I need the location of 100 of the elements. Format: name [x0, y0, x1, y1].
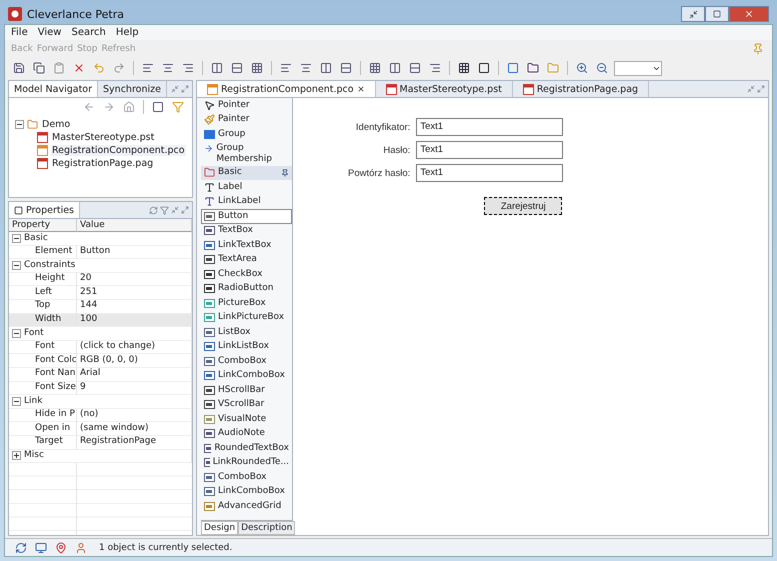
columns-icon[interactable] [387, 60, 403, 76]
palette-item[interactable]: AdvancedGrid [201, 499, 292, 514]
palette-item[interactable]: CheckBox [201, 267, 292, 282]
collapse-icon[interactable] [12, 234, 21, 243]
file-icon [37, 132, 48, 143]
columns-icon[interactable] [318, 60, 334, 76]
text-field[interactable]: Text1 [416, 164, 564, 182]
minimize-icon[interactable] [171, 85, 179, 93]
collapse-icon[interactable] [12, 328, 21, 338]
register-button[interactable]: Zarejestruj [484, 197, 562, 215]
category-row[interactable]: Link [9, 395, 192, 409]
palette-item[interactable]: Painter [201, 112, 292, 127]
palette-item[interactable]: Pointer [201, 98, 292, 112]
property-value[interactable]: RegistrationPage [77, 436, 192, 450]
palette-item[interactable]: TextBox [201, 224, 292, 238]
category-row[interactable]: Basic [9, 232, 192, 246]
minimize-icon[interactable] [171, 206, 179, 214]
zoom-out-icon[interactable] [594, 60, 610, 76]
maximize-icon[interactable] [181, 85, 189, 93]
palette-item[interactable]: Group Membership [201, 142, 292, 166]
palette-item[interactable]: ListBox [201, 325, 292, 340]
close-icon[interactable] [356, 85, 365, 93]
column-header[interactable]: Value [77, 219, 192, 232]
property-value[interactable]: 251 [77, 286, 192, 300]
palette-item[interactable]: RoundedTextBox [201, 441, 292, 456]
menu-item[interactable]: Help [116, 27, 139, 38]
palette-item[interactable]: Basic [201, 166, 292, 180]
palette-item[interactable]: RadioButton [201, 282, 292, 296]
tree-item[interactable]: Demo [41, 119, 72, 130]
category-row[interactable]: Font [9, 327, 192, 341]
rows-icon[interactable] [338, 60, 354, 76]
palette-item[interactable]: ComboBox [201, 354, 292, 368]
square-icon[interactable] [150, 99, 166, 115]
palette-item[interactable]: HScrollBar [201, 383, 292, 398]
editor-tab[interactable]: MasterStereotype.pst [376, 81, 513, 97]
collapse-icon[interactable] [12, 396, 21, 406]
grid-icon[interactable] [367, 60, 383, 76]
collapse-icon[interactable] [12, 260, 21, 270]
property-value[interactable]: Button [77, 246, 192, 260]
palette-item[interactable]: LinkLabel [201, 194, 292, 209]
property-value[interactable]: (click to change) [77, 340, 192, 354]
palette-tab[interactable]: Design [201, 521, 238, 535]
minimize-button[interactable] [681, 6, 705, 22]
palette-item[interactable]: LinkTextBox [201, 238, 292, 252]
text-field[interactable]: Text1 [416, 141, 564, 159]
grid-icon[interactable] [249, 60, 265, 76]
rows-icon[interactable] [229, 60, 245, 76]
maximize-icon[interactable] [757, 85, 765, 93]
menu-item[interactable]: Search [71, 27, 106, 38]
menu-item[interactable]: View [38, 27, 62, 38]
grid-icon[interactable] [456, 60, 472, 76]
palette-tab[interactable]: Description [238, 521, 296, 535]
palette-item[interactable]: LinkListBox [201, 340, 292, 354]
palette-item[interactable]: LinkComboBox [201, 368, 292, 383]
palette-item[interactable]: LinkComboBox [201, 484, 292, 499]
palette-item[interactable]: Label [201, 180, 292, 194]
column-header[interactable]: Property [9, 219, 77, 232]
property-value[interactable]: 20 [77, 272, 192, 286]
save-icon[interactable] [11, 60, 27, 76]
tree-item[interactable]: RegistrationPage.pag [51, 158, 154, 169]
palette-item[interactable]: TextArea [201, 252, 292, 267]
maximize-icon[interactable] [181, 206, 189, 214]
panel-tab[interactable]: Properties [9, 202, 80, 218]
maximize-button[interactable] [705, 6, 729, 22]
palette-item[interactable]: Button [201, 209, 292, 224]
expand-icon[interactable] [12, 451, 21, 460]
copy-icon[interactable] [31, 60, 47, 76]
palette-item[interactable]: Group [201, 127, 292, 142]
tree-item[interactable]: MasterStereotype.pst [51, 132, 156, 143]
panel-tab[interactable]: Model Navigator [9, 81, 98, 97]
refresh-icon[interactable] [149, 206, 158, 214]
minimize-icon[interactable] [747, 85, 755, 93]
editor-tab[interactable]: RegistrationComponent.pco [197, 81, 376, 97]
collapse-icon[interactable] [15, 120, 24, 129]
palette-item[interactable]: AudioNote [201, 426, 292, 441]
close-button[interactable] [729, 6, 769, 22]
control-icon [204, 356, 215, 367]
filter-icon[interactable] [160, 206, 169, 214]
rows-icon[interactable] [407, 60, 423, 76]
palette-item[interactable]: LinkRoundedTe... [201, 456, 292, 470]
palette-item[interactable]: LinkPictureBox [201, 310, 292, 325]
pin-icon[interactable] [281, 168, 289, 177]
tree-item[interactable]: RegistrationComponent.pco [51, 145, 186, 156]
palette-item[interactable]: VScrollBar [201, 398, 292, 412]
menu-item[interactable]: File [11, 27, 28, 38]
property-value[interactable]: 100 [77, 314, 192, 328]
text-field[interactable]: Text1 [416, 118, 564, 136]
palette-item[interactable]: VisualNote [201, 412, 292, 426]
file-icon [522, 84, 534, 94]
columns-icon[interactable] [209, 60, 225, 76]
palette-item[interactable]: ComboBox [201, 470, 292, 484]
property-value[interactable]: 9 [77, 382, 192, 396]
property-value[interactable]: (same window) [77, 422, 192, 436]
category-row[interactable]: Constraints [9, 259, 192, 273]
property-value[interactable]: Arial [77, 368, 192, 382]
square-icon[interactable] [476, 60, 492, 76]
property-value[interactable]: (no) [77, 408, 192, 422]
zoom-in-icon[interactable] [574, 60, 590, 76]
property-value[interactable]: RGB (0, 0, 0) [77, 354, 192, 368]
palette-item[interactable]: PictureBox [201, 296, 292, 310]
